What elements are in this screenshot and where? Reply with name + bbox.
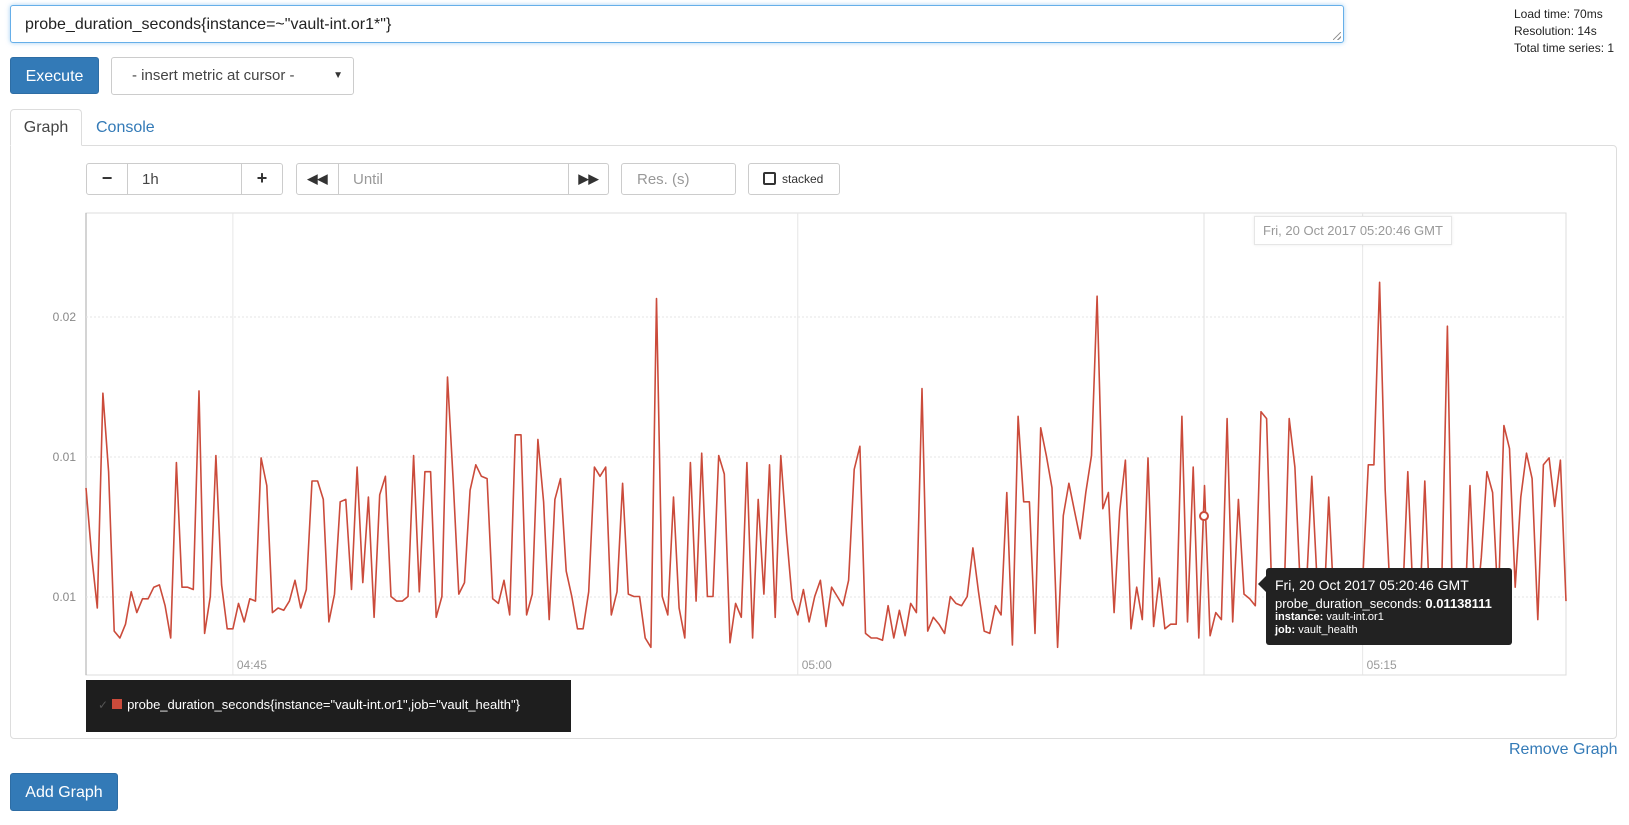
tooltip-value: 0.01138111: [1425, 596, 1492, 611]
y-tick-label: 0.01: [53, 450, 77, 464]
hover-time-label: Fri, 20 Oct 2017 05:20:46 GMT: [1254, 216, 1452, 245]
resolution-input[interactable]: Res. (s): [621, 163, 736, 195]
tooltip-job-line: job: vault_health: [1275, 624, 1503, 637]
x-tick-label: 05:00: [802, 658, 832, 672]
remove-graph-link[interactable]: Remove Graph: [1509, 741, 1618, 759]
total-series-text: Total time series: 1: [1514, 41, 1615, 55]
highlight-point: [1199, 511, 1209, 522]
data-tooltip: Fri, 20 Oct 2017 05:20:46 GMT probe_dura…: [1266, 568, 1512, 645]
tooltip-time: Fri, 20 Oct 2017 05:20:46 GMT: [1275, 577, 1469, 593]
plus-icon: +: [256, 168, 268, 188]
stacked-toggle-button[interactable]: stacked: [748, 163, 840, 195]
tooltip-job-key: job:: [1275, 624, 1296, 636]
resolution-text: Resolution: 14s: [1514, 24, 1597, 38]
resize-grip-icon[interactable]: [1333, 32, 1341, 40]
tooltip-metric-line: probe_duration_seconds: 0.01138111: [1275, 596, 1503, 611]
tooltip-instance-line: instance: vault-int.or1: [1275, 611, 1503, 624]
fast-forward-icon: ▶▶: [578, 171, 599, 186]
resolution-placeholder: Res. (s): [637, 171, 690, 188]
y-tick-label: 0.01: [53, 590, 77, 604]
range-decrease-button[interactable]: −: [86, 163, 128, 195]
insert-metric-select-value: - insert metric at cursor -: [132, 67, 295, 84]
tooltip-instance-value: vault-int.or1: [1326, 611, 1384, 623]
check-icon[interactable]: ✓: [98, 698, 108, 712]
x-tick-label: 05:15: [1367, 658, 1397, 672]
until-placeholder: Until: [353, 171, 384, 188]
tooltip-instance-key: instance:: [1275, 611, 1324, 623]
y-tick-label: 0.02: [53, 310, 77, 324]
tab-graph[interactable]: Graph: [10, 109, 82, 146]
tooltip-arrow: [1258, 576, 1266, 592]
add-graph-button[interactable]: Add Graph: [10, 773, 118, 811]
execute-button[interactable]: Execute: [10, 57, 99, 94]
x-tick-label: 04:45: [237, 658, 267, 672]
series-legend: ✓ probe_duration_seconds{instance="vault-…: [86, 680, 571, 732]
stacked-label: stacked: [782, 172, 824, 186]
query-expression-text: probe_duration_seconds{instance=~"vault-…: [25, 16, 392, 33]
range-input-value: 1h: [142, 171, 159, 188]
until-input[interactable]: Until: [338, 163, 569, 195]
legend-series-label[interactable]: probe_duration_seconds{instance="vault-i…: [127, 697, 520, 712]
query-stats: Load time: 70ms Resolution: 14s Total ti…: [1514, 6, 1614, 57]
load-time-text: Load time: 70ms: [1514, 7, 1603, 21]
shift-back-button[interactable]: ◀◀: [296, 163, 339, 195]
minus-icon: −: [101, 168, 113, 188]
tooltip-job-value: vault_health: [1298, 624, 1358, 636]
tab-console[interactable]: Console: [96, 119, 155, 137]
shift-forward-button[interactable]: ▶▶: [568, 163, 609, 195]
fast-backward-icon: ◀◀: [307, 171, 328, 186]
range-increase-button[interactable]: +: [241, 163, 283, 195]
range-input[interactable]: 1h: [127, 163, 242, 195]
insert-metric-select[interactable]: - insert metric at cursor - ▼: [111, 57, 354, 95]
checkbox-icon: [763, 172, 776, 185]
series-color-swatch[interactable]: [112, 699, 123, 709]
caret-down-icon: ▼: [333, 70, 343, 81]
query-expression-input[interactable]: probe_duration_seconds{instance=~"vault-…: [10, 5, 1344, 43]
tooltip-metric-label: probe_duration_seconds:: [1275, 596, 1422, 611]
